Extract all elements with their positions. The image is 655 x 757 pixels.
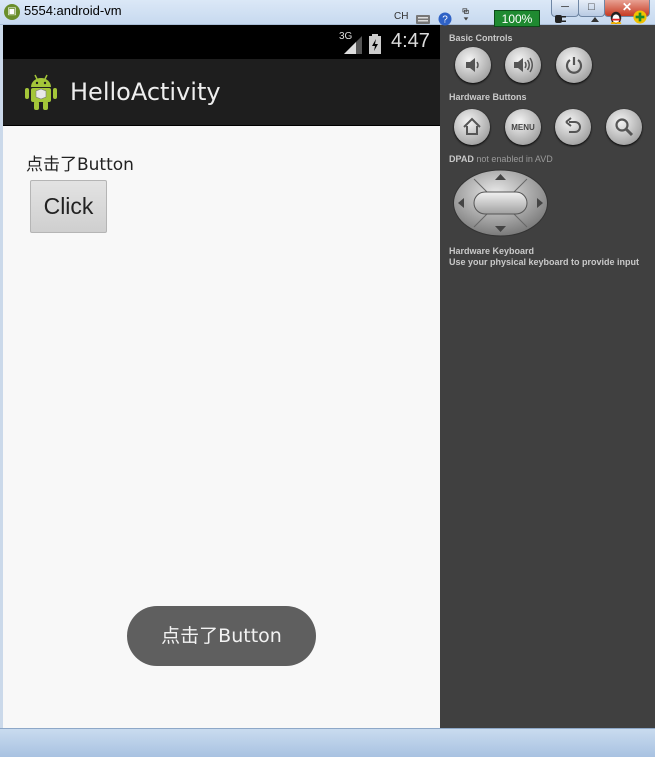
search-icon [615,118,634,137]
click-button[interactable]: Click [30,180,107,233]
android-app-icon: ▣ [4,4,20,20]
add-icon[interactable] [633,10,647,24]
basic-controls-label: Basic Controls [449,33,513,43]
power-icon [565,57,583,74]
qq-penguin-icon[interactable] [609,10,623,24]
toast-message: 点击了Button [127,606,316,666]
show-hidden-icons-arrow[interactable] [588,12,602,26]
volume-up-button[interactable] [505,47,541,83]
volume-down-button[interactable] [455,47,491,83]
help-icon[interactable]: ? [438,12,452,26]
dpad[interactable] [452,168,549,238]
back-icon [565,117,581,133]
back-button[interactable] [555,109,591,145]
menu-icon: MENU [511,122,535,132]
svg-text:?: ? [442,15,448,26]
hardware-keyboard-note: Use your physical keyboard to provide in… [449,257,640,267]
status-clock: 4:47 [391,30,430,52]
app-title: HelloActivity [70,78,221,106]
menu-button[interactable]: MENU [505,109,541,145]
home-icon [463,117,481,135]
emulator-screen[interactable]: 3G 4:47 HelloActivity 点击了Button Click 点击… [3,25,440,728]
keyboard-icon[interactable] [416,12,430,26]
status-bar: 3G 4:47 [3,25,440,59]
dpad-note: not enabled in AVD [476,154,553,164]
android-robot-icon [25,74,57,110]
dpad-label: DPAD not enabled in AVD [449,154,553,164]
power-button[interactable] [556,47,592,83]
battery-icon [369,34,381,54]
search-button[interactable] [606,109,642,145]
home-button[interactable] [454,109,490,145]
language-indicator[interactable]: CH [394,11,408,22]
volume-down-icon [466,58,479,72]
hardware-keyboard-label: Hardware Keyboard [449,246,535,256]
zoom-level-badge[interactable]: 100% [494,10,540,27]
window-title: 5554:android-vm [24,3,122,18]
taskbar [0,728,655,757]
action-bar: HelloActivity [3,59,440,126]
signal-icon [344,36,362,54]
result-text: 点击了Button [26,155,134,175]
emulator-controls-panel: Basic Controls Hardware Buttons MENU DPA… [440,25,655,728]
volume-up-icon [514,57,533,73]
hardware-buttons-label: Hardware Buttons [449,92,527,102]
power-plug-icon[interactable] [553,12,567,26]
ime-options-icon[interactable] [459,8,473,22]
